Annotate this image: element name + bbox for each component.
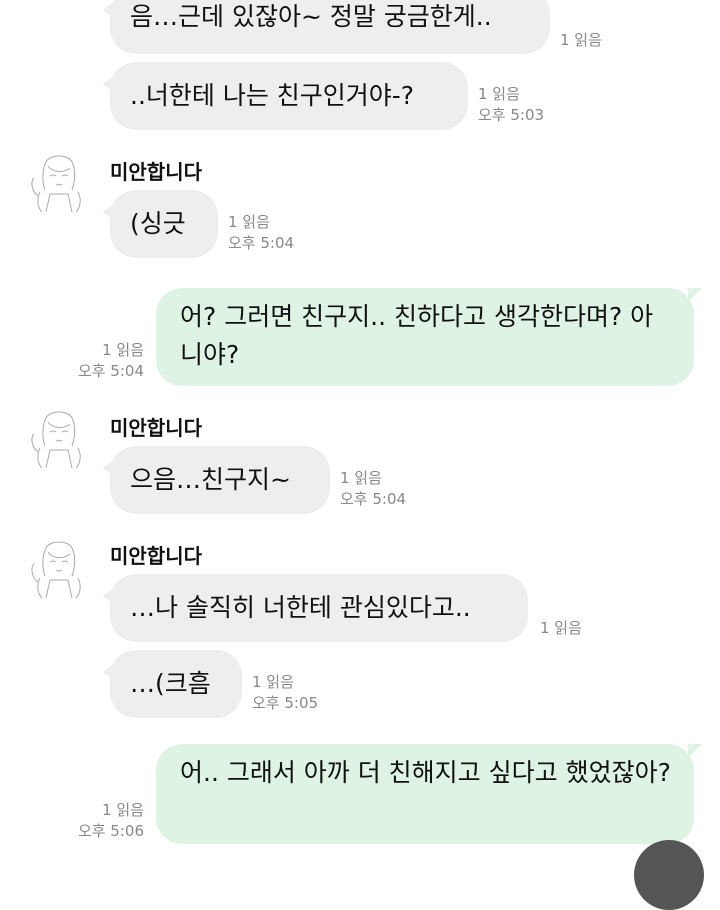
avatar[interactable]	[28, 152, 90, 214]
read-count: 1 읽음	[478, 85, 520, 103]
read-count: 1 읽음	[228, 213, 270, 231]
message-meta: 1 읽음 오후 5:04	[66, 340, 144, 382]
message-meta: 1 읽음 오후 5:05	[252, 672, 318, 714]
avatar[interactable]	[28, 538, 90, 600]
message-text: 음…근데 있잖아~ 정말 궁금한게..	[130, 2, 492, 31]
sender-name: 미안합니다	[110, 416, 202, 440]
message-text: ..너한테 나는 친구인거야-?	[130, 81, 415, 110]
chat-bubble-incoming[interactable]: (싱긋	[103, 190, 218, 258]
message-text: 어.. 그래서 아까 더 친해지고 싶다고 했었잖아?	[180, 758, 671, 787]
message-meta: 1 읽음	[540, 618, 582, 639]
chat-bubble-incoming[interactable]: 음…근데 있잖아~ 정말 궁금한게..	[103, 0, 550, 54]
sender-name: 미안합니다	[110, 160, 202, 184]
read-count: 1 읽음	[560, 31, 602, 49]
message-meta: 1 읽음 오후 5:03	[478, 84, 544, 126]
chat-bubble-incoming[interactable]: …(크흠	[103, 650, 242, 718]
message-meta: 1 읽음 오후 5:04	[228, 212, 294, 254]
message-text: …나 솔직히 너한테 관심있다고..	[130, 593, 471, 622]
sender-name: 미안합니다	[110, 544, 202, 568]
message-text: 으음…친구지~	[130, 465, 291, 494]
timestamp: 오후 5:04	[228, 234, 295, 252]
read-count: 1 읽음	[102, 341, 144, 359]
chat-bubble-incoming[interactable]: …나 솔직히 너한테 관심있다고..	[103, 574, 528, 642]
chat-bubble-incoming[interactable]: ..너한테 나는 친구인거야-?	[103, 62, 468, 130]
message-text: (싱긋	[130, 209, 186, 238]
scroll-down-button[interactable]	[634, 840, 704, 910]
read-count: 1 읽음	[340, 469, 382, 487]
message-text: …(크흠	[130, 669, 211, 698]
timestamp: 오후 5:03	[478, 106, 545, 124]
message-meta: 1 읽음 오후 5:04	[340, 468, 406, 510]
timestamp: 오후 5:04	[340, 490, 407, 508]
avatar[interactable]	[28, 408, 90, 470]
message-text: 어? 그러면 친구지.. 친하다고 생각한다며? 아니야?	[180, 302, 654, 369]
timestamp: 오후 5:04	[77, 362, 144, 380]
read-count: 1 읽음	[540, 619, 582, 637]
chat-bubble-incoming[interactable]: 으음…친구지~	[103, 446, 330, 514]
timestamp: 오후 5:05	[252, 694, 319, 712]
read-count: 1 읽음	[102, 801, 144, 819]
message-meta: 1 읽음 오후 5:06	[66, 800, 144, 842]
chat-bubble-outgoing[interactable]: 어.. 그래서 아까 더 친해지고 싶다고 했었잖아?	[156, 744, 702, 844]
timestamp: 오후 5:06	[77, 822, 144, 840]
message-meta: 1 읽음	[560, 30, 602, 51]
chat-bubble-outgoing[interactable]: 어? 그러면 친구지.. 친하다고 생각한다며? 아니야?	[156, 288, 702, 386]
read-count: 1 읽음	[252, 673, 294, 691]
